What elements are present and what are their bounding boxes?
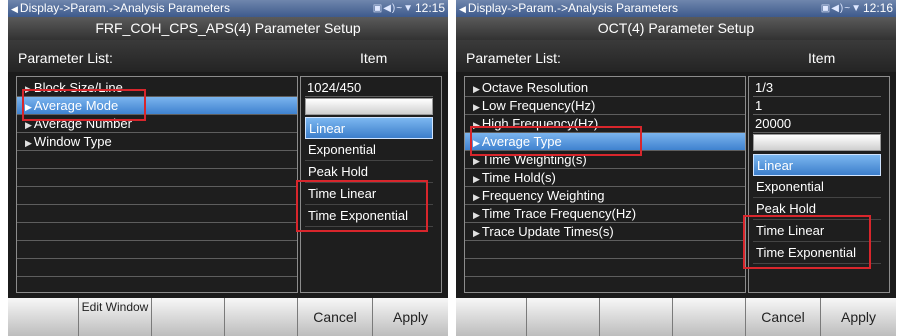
back-arrow-icon[interactable]: ◀ [11,4,18,14]
param-time-weighting[interactable]: ▶ Time Weighting(s) [465,151,745,169]
function-key-bar: Edit Window Cancel Apply [8,298,448,336]
list-item [17,187,297,205]
function-key-3[interactable] [600,298,673,336]
param-low-frequency[interactable]: ▶ Low Frequency(Hz) [465,97,745,115]
list-header: Parameter List: Item [8,40,448,72]
item-label: Item [360,50,388,66]
param-time-trace-frequency[interactable]: ▶ Time Trace Frequency(Hz) [465,205,745,223]
param-trace-update-times[interactable]: ▶ Trace Update Times(s) [465,223,745,241]
list-item [17,151,297,169]
system-status-icons: ▣◀)~▼ [820,3,862,14]
status-bar: ◀ Display->Param.->Analysis Parameters ▣◀… [8,0,448,17]
triangle-right-icon: ▶ [25,138,32,148]
value-low-frequency[interactable]: 1 [753,97,881,115]
cancel-button[interactable]: Cancel [746,298,821,336]
function-key-bar: Cancel Apply [456,298,896,336]
triangle-right-icon: ▶ [473,228,480,238]
page-title: OCT(4) Parameter Setup [456,17,896,40]
triangle-right-icon: ▶ [473,120,480,130]
item-label: Item [808,50,836,66]
status-bar: ◀ Display->Param.->Analysis Parameters ▣◀… [456,0,896,17]
apply-button[interactable]: Apply [821,298,896,336]
triangle-right-icon: ▶ [473,174,480,184]
function-key-1[interactable] [8,298,79,336]
page-title: FRF_COH_CPS_APS(4) Parameter Setup [8,17,448,40]
parameter-list-label: Parameter List: [18,50,113,66]
option-time-linear[interactable]: Time Linear [305,183,433,205]
triangle-right-icon: ▶ [473,102,480,112]
option-time-linear[interactable]: Time Linear [753,220,881,242]
breadcrumb[interactable]: ◀ Display->Param.->Analysis Parameters [11,0,230,18]
list-header: Parameter List: Item [456,40,896,72]
value-block-size[interactable]: 1024/450 [305,79,433,97]
list-item [17,259,297,277]
param-average-number[interactable]: ▶ Average Number [17,115,297,133]
triangle-right-icon: ▶ [473,156,480,166]
param-average-type[interactable]: ▶ Average Type [465,133,745,151]
param-block-size[interactable]: ▶ Block Size/Line [17,79,297,97]
parameter-list-label: Parameter List: [466,50,561,66]
option-time-exponential[interactable]: Time Exponential [305,205,433,227]
option-time-exponential[interactable]: Time Exponential [753,242,881,264]
value-octave-resolution[interactable]: 1/3 [753,79,881,97]
function-key-4[interactable] [225,298,298,336]
function-key-1[interactable] [456,298,527,336]
parameter-list: ▶ Block Size/Line ▶ Average Mode ▶ Average … [16,76,298,293]
clock: 12:16 [862,1,893,15]
triangle-right-icon: ▶ [473,138,480,148]
function-key-4[interactable] [673,298,746,336]
option-peak-hold[interactable]: Peak Hold [305,161,433,183]
option-exponential[interactable]: Exponential [305,139,433,161]
triangle-right-icon: ▶ [25,120,32,130]
left-screen: ◀ Display->Param.->Analysis Parameters ▣◀… [8,0,448,336]
function-key-2[interactable] [527,298,600,336]
param-octave-resolution[interactable]: ▶ Octave Resolution [465,79,745,97]
param-average-mode[interactable]: ▶ Average Mode [17,97,297,115]
param-time-hold[interactable]: ▶ Time Hold(s) [465,169,745,187]
list-item [465,259,745,277]
triangle-right-icon: ▶ [25,102,32,112]
right-screen: ◀ Display->Param.->Analysis Parameters ▣◀… [456,0,896,336]
option-linear[interactable]: Linear [753,154,881,176]
function-key-3[interactable] [152,298,225,336]
value-high-frequency[interactable]: 20000 [753,115,881,133]
breadcrumb[interactable]: ◀ Display->Param.->Analysis Parameters [459,0,678,18]
param-window-type[interactable]: ▶ Window Type [17,133,297,151]
triangle-right-icon: ▶ [473,192,480,202]
parameter-list: ▶ Octave Resolution ▶ Low Frequency(Hz) ▶ H… [464,76,746,293]
list-item [17,169,297,187]
value-panel: 1024/450 Linear Exponential Peak Hold Ti… [300,76,442,293]
list-item [17,241,297,259]
option-exponential[interactable]: Exponential [753,176,881,198]
list-item [465,241,745,259]
apply-button[interactable]: Apply [373,298,448,336]
average-mode-dropdown[interactable] [305,98,433,115]
value-panel: 1/3 1 20000 Linear Exponential Peak Hold… [748,76,890,293]
average-type-dropdown[interactable] [753,134,881,151]
list-item [17,223,297,241]
option-peak-hold[interactable]: Peak Hold [753,198,881,220]
option-linear[interactable]: Linear [305,117,433,139]
param-frequency-weighting[interactable]: ▶ Frequency Weighting [465,187,745,205]
triangle-right-icon: ▶ [473,84,480,94]
clock: 12:15 [414,1,445,15]
list-item [17,205,297,223]
triangle-right-icon: ▶ [473,210,480,220]
system-status-icons: ▣◀)~▼ [372,3,414,14]
back-arrow-icon[interactable]: ◀ [459,4,466,14]
param-high-frequency[interactable]: ▶ High Frequency(Hz) [465,115,745,133]
triangle-right-icon: ▶ [25,84,32,94]
edit-window-button[interactable]: Edit Window [79,298,152,336]
cancel-button[interactable]: Cancel [298,298,373,336]
